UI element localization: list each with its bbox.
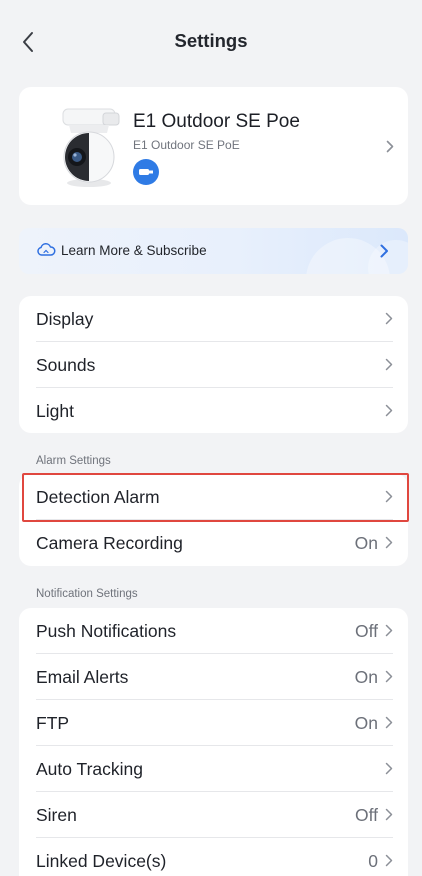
cloud-icon — [37, 243, 56, 256]
chevron-right-icon — [380, 244, 388, 258]
linked-devices-row[interactable]: Linked Device(s) 0 — [19, 838, 408, 876]
light-row[interactable]: Light — [19, 388, 408, 434]
push-notifications-value: Off — [354, 621, 378, 641]
chevron-right-icon — [385, 854, 393, 867]
linked-devices-value: 0 — [368, 851, 378, 871]
email-alerts-row[interactable]: Email Alerts On — [19, 654, 408, 700]
push-notifications-row[interactable]: Push Notifications Off — [19, 608, 408, 654]
camera-recording-value: On — [354, 533, 378, 553]
display-label: Display — [36, 309, 94, 329]
chevron-right-icon — [385, 490, 393, 503]
device-model: E1 Outdoor SE PoE — [133, 138, 240, 152]
alarm-settings-title: Alarm Settings — [36, 455, 111, 467]
header: Settings — [0, 0, 422, 84]
chevron-right-icon — [385, 536, 393, 549]
chevron-right-icon — [385, 762, 393, 775]
push-notifications-label: Push Notifications — [36, 621, 177, 641]
light-label: Light — [36, 401, 74, 421]
chevron-right-icon — [386, 140, 394, 153]
alarm-settings-card: Detection Alarm Camera Recording On — [19, 474, 408, 566]
chevron-right-icon — [385, 808, 393, 821]
chevron-right-icon — [385, 358, 393, 371]
general-settings-card: Display Sounds Light — [19, 296, 408, 433]
siren-label: Siren — [36, 805, 77, 825]
chevron-right-icon — [385, 312, 393, 325]
sounds-label: Sounds — [36, 355, 96, 375]
chevron-right-icon — [385, 670, 393, 683]
detection-alarm-row[interactable]: Detection Alarm — [19, 474, 408, 520]
linked-devices-label: Linked Device(s) — [36, 851, 167, 871]
subscribe-label: Learn More & Subscribe — [61, 243, 207, 258]
chevron-right-icon — [385, 624, 393, 637]
connection-badge — [133, 159, 159, 185]
ftp-value: On — [354, 713, 378, 733]
siren-value: Off — [354, 805, 378, 825]
page-title: Settings — [174, 30, 248, 51]
auto-tracking-row[interactable]: Auto Tracking — [19, 746, 408, 792]
chevron-right-icon — [385, 716, 393, 729]
sounds-row[interactable]: Sounds — [19, 342, 408, 388]
siren-row[interactable]: Siren Off — [19, 792, 408, 838]
ftp-row[interactable]: FTP On — [19, 700, 408, 746]
camera-recording-row[interactable]: Camera Recording On — [19, 520, 408, 566]
ftp-label: FTP — [36, 713, 70, 733]
camera-image — [62, 108, 120, 187]
device-card[interactable]: E1 Outdoor SE Poe E1 Outdoor SE PoE — [19, 87, 408, 205]
subscribe-banner[interactable]: Learn More & Subscribe — [19, 228, 408, 274]
ethernet-icon — [139, 169, 153, 175]
email-alerts-label: Email Alerts — [36, 667, 129, 687]
email-alerts-value: On — [354, 667, 378, 687]
device-name: E1 Outdoor SE Poe — [133, 111, 300, 132]
camera-recording-label: Camera Recording — [36, 533, 183, 553]
chevron-right-icon — [385, 404, 393, 417]
display-row[interactable]: Display — [19, 296, 408, 342]
notification-settings-card: Push Notifications Off Email Alerts On F… — [19, 608, 408, 876]
notification-settings-title: Notification Settings — [36, 588, 138, 600]
detection-alarm-label: Detection Alarm — [36, 487, 160, 507]
auto-tracking-label: Auto Tracking — [36, 759, 143, 779]
